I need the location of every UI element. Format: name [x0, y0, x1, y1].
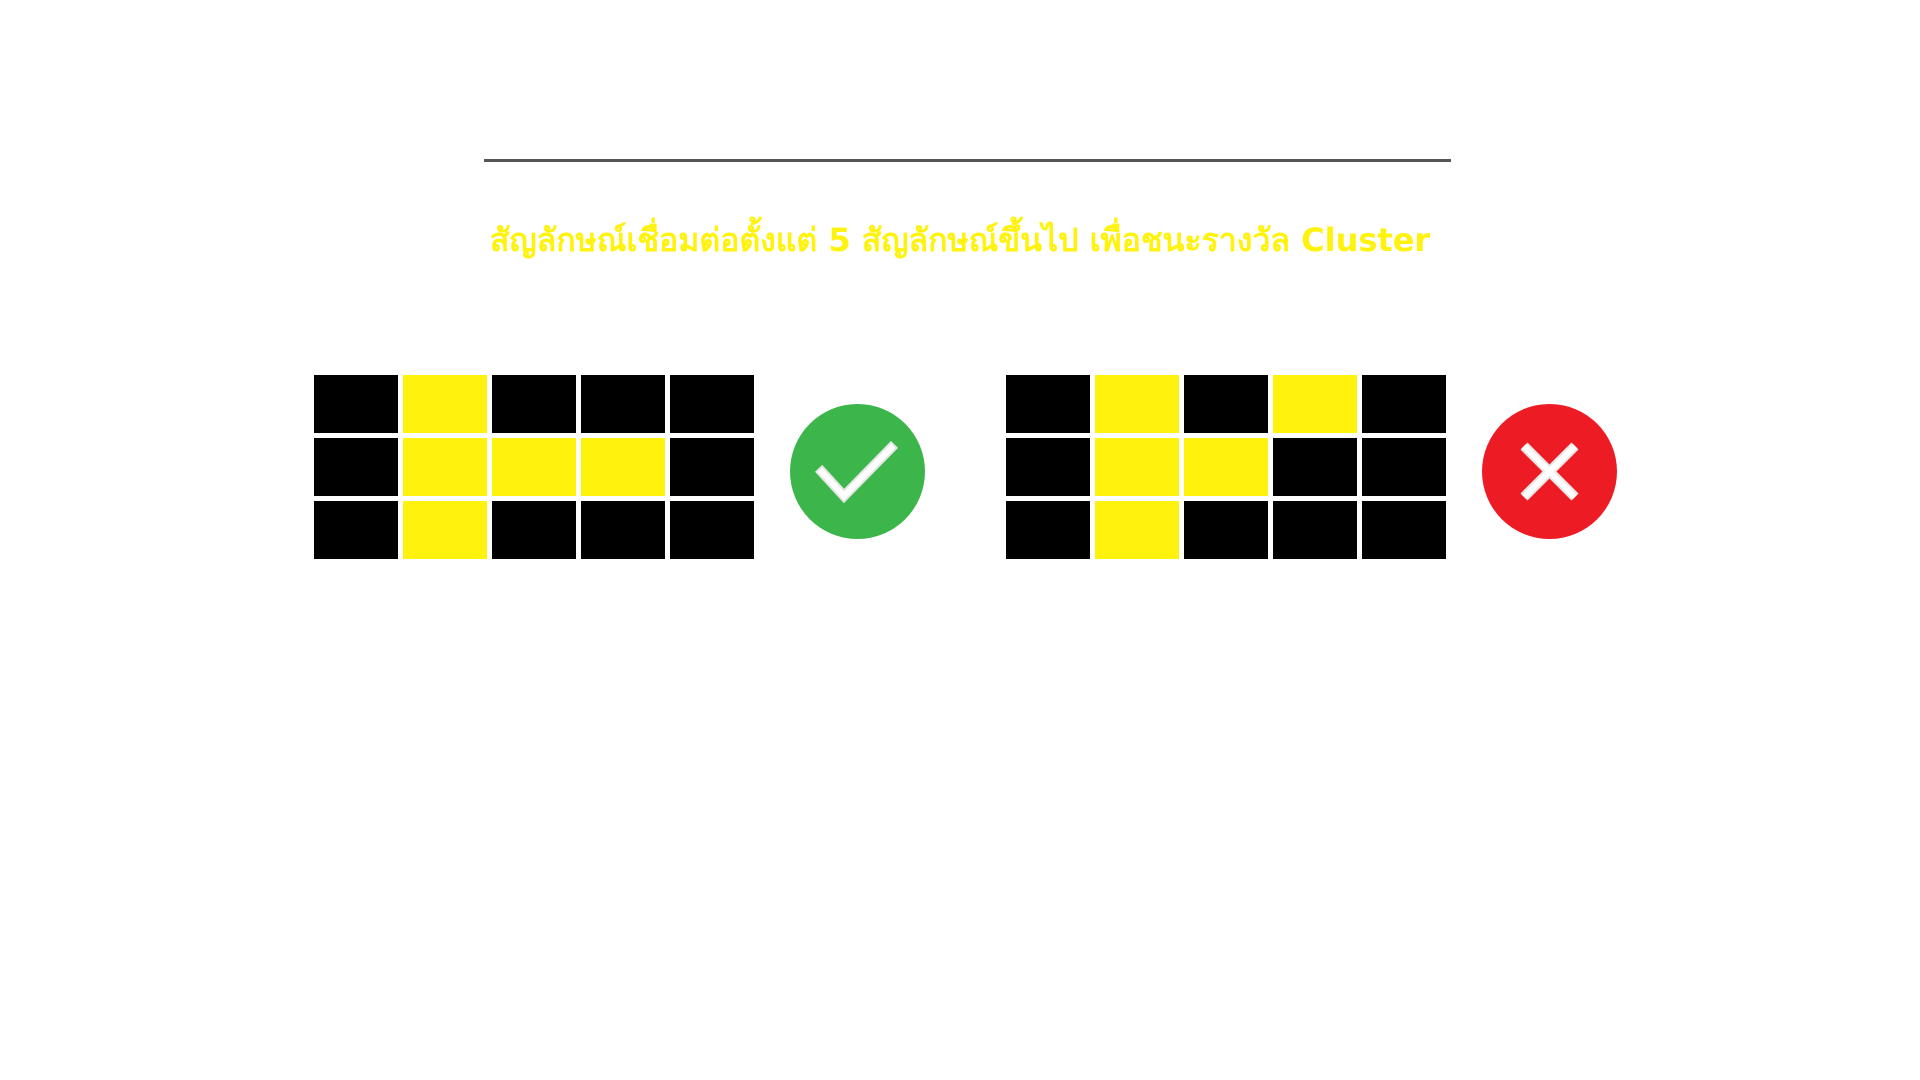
symbol-cell	[1184, 438, 1268, 496]
symbol-cell	[1095, 438, 1179, 496]
cross-icon	[1482, 404, 1617, 539]
empty-cell	[1184, 501, 1268, 559]
empty-cell	[581, 501, 665, 559]
symbol-cell	[403, 501, 487, 559]
cluster-rule-headline: สัญลักษณ์เชื่อมต่อตั้งแต่ 5 สัญลักษณ์ขึ้…	[489, 221, 1431, 259]
empty-cell	[1006, 438, 1090, 496]
rules-page: สัญลักษณ์เชื่อมต่อตั้งแต่ 5 สัญลักษณ์ขึ้…	[0, 0, 1920, 1080]
symbol-cell	[1095, 375, 1179, 433]
symbol-cell	[403, 438, 487, 496]
empty-cell	[1362, 375, 1446, 433]
empty-cell	[492, 501, 576, 559]
invalid-cluster-grid	[1006, 375, 1446, 559]
empty-cell	[1184, 375, 1268, 433]
empty-cell	[1362, 501, 1446, 559]
empty-cell	[1362, 438, 1446, 496]
empty-cell	[314, 501, 398, 559]
empty-cell	[581, 375, 665, 433]
empty-cell	[492, 375, 576, 433]
empty-cell	[314, 438, 398, 496]
empty-cell	[314, 375, 398, 433]
empty-cell	[1006, 375, 1090, 433]
symbol-cell	[581, 438, 665, 496]
empty-cell	[1273, 438, 1357, 496]
check-icon	[790, 404, 925, 539]
empty-cell	[670, 501, 754, 559]
empty-cell	[1273, 501, 1357, 559]
symbol-cell	[403, 375, 487, 433]
empty-cell	[670, 438, 754, 496]
valid-cluster-grid	[314, 375, 754, 559]
empty-cell	[1006, 501, 1090, 559]
symbol-cell	[1273, 375, 1357, 433]
symbol-cell	[492, 438, 576, 496]
symbol-cell	[1095, 501, 1179, 559]
empty-cell	[670, 375, 754, 433]
divider-line	[484, 159, 1451, 162]
